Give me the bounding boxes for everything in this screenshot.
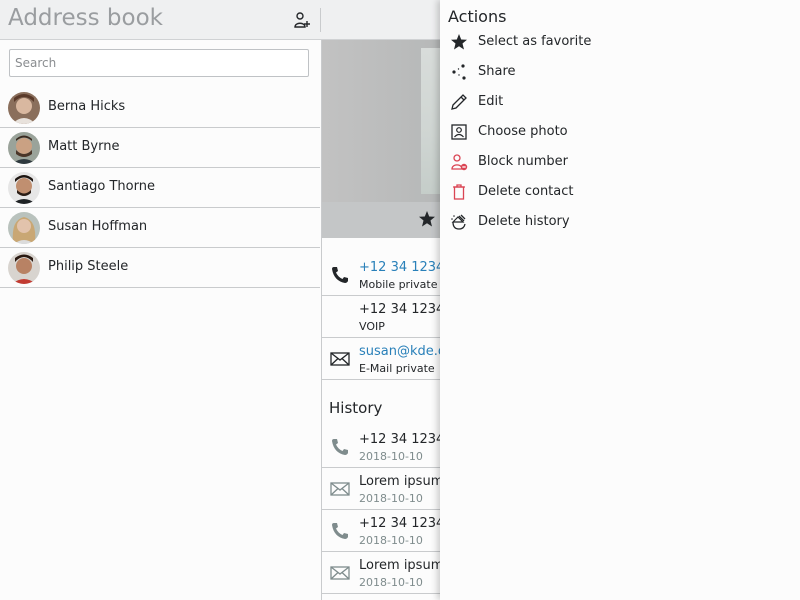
contact-row-matt-byrne[interactable]: Matt Byrne [0,128,320,168]
share-icon [452,64,466,80]
action-delete-history[interactable]: Delete history [440,208,800,238]
phone-type: Mobile private [359,278,438,291]
history-date: 2018-10-10 [359,492,423,505]
history-date: 2018-10-10 [359,534,423,547]
phone-icon [332,267,348,283]
history-text: Lorem ipsum [359,558,444,573]
avatar [8,92,40,124]
email-row[interactable]: susan@kde.o E-Mail private [322,338,446,380]
phone-type: VOIP [359,320,385,333]
action-label: Delete history [478,214,570,229]
email-address[interactable]: susan@kde.o [359,344,446,359]
avatar [8,172,40,204]
app-header: Address book [0,0,440,40]
header-divider [320,8,321,32]
page-title: Address book [8,5,163,31]
action-label: Choose photo [478,124,568,139]
contact-name: Susan Hoffman [48,219,148,234]
avatar [8,212,40,244]
contact-row-susan-hoffman[interactable]: Susan Hoffman [0,208,320,248]
email-type: E-Mail private [359,362,435,375]
action-edit[interactable]: Edit [440,88,800,118]
action-label: Edit [478,94,504,109]
action-label: Select as favorite [478,34,592,49]
history-heading: History [329,399,383,417]
action-label: Delete contact [478,184,574,199]
actions-drawer: Actions Select as favorite Share Edit Ch… [440,0,800,600]
contact-list-pane: Berna Hicks Matt Byrne Santiago Thorne S… [0,40,320,600]
contact-list: Berna Hicks Matt Byrne Santiago Thorne S… [0,88,320,288]
photo-icon [451,124,467,140]
history-row[interactable]: Lorem ipsum 2018-10-10 [322,552,444,594]
star-icon [451,34,467,50]
action-share[interactable]: Share [440,58,800,88]
phone-icon [332,523,348,539]
history-text: Lorem ipsum [359,474,444,489]
contact-name: Philip Steele [48,259,129,274]
mail-icon [330,566,350,580]
action-block-number[interactable]: Block number [440,148,800,178]
trash-icon [453,184,465,200]
contact-row-berna-hicks[interactable]: Berna Hicks [0,88,320,128]
action-label: Block number [478,154,569,169]
search-input[interactable] [9,49,309,77]
history-row[interactable]: +12 34 1234 5 2018-10-10 [322,510,457,552]
mail-icon [330,352,350,366]
contact-name: Santiago Thorne [48,179,155,194]
favorite-star-icon[interactable] [418,210,436,228]
history-row[interactable]: Lorem ipsum 2018-10-10 [322,468,444,510]
action-label: Share [478,64,516,79]
phone-row[interactable]: +12 34 1234 5 Mobile private [322,254,457,296]
action-select-favorite[interactable]: Select as favorite [440,28,800,58]
phone-row[interactable]: +12 34 1234 5 VOIP [322,296,457,338]
add-contact-icon[interactable] [293,11,311,29]
pencil-icon [451,94,467,110]
phone-icon [332,439,348,455]
history-date: 2018-10-10 [359,576,423,589]
history-date: 2018-10-10 [359,450,423,463]
action-choose-photo[interactable]: Choose photo [440,118,800,148]
block-user-icon [451,154,468,171]
contact-name: Matt Byrne [48,139,120,154]
action-delete-contact[interactable]: Delete contact [440,178,800,208]
drawer-title: Actions [448,7,507,26]
clear-history-icon [451,214,466,230]
contact-row-philip-steele[interactable]: Philip Steele [0,248,320,288]
contact-photo [421,48,441,194]
contact-name: Berna Hicks [48,99,126,114]
history-row[interactable]: +12 34 1234 5 2018-10-10 [322,426,457,468]
avatar [8,252,40,284]
contact-row-santiago-thorne[interactable]: Santiago Thorne [0,168,320,208]
avatar [8,132,40,164]
mail-icon [330,482,350,496]
